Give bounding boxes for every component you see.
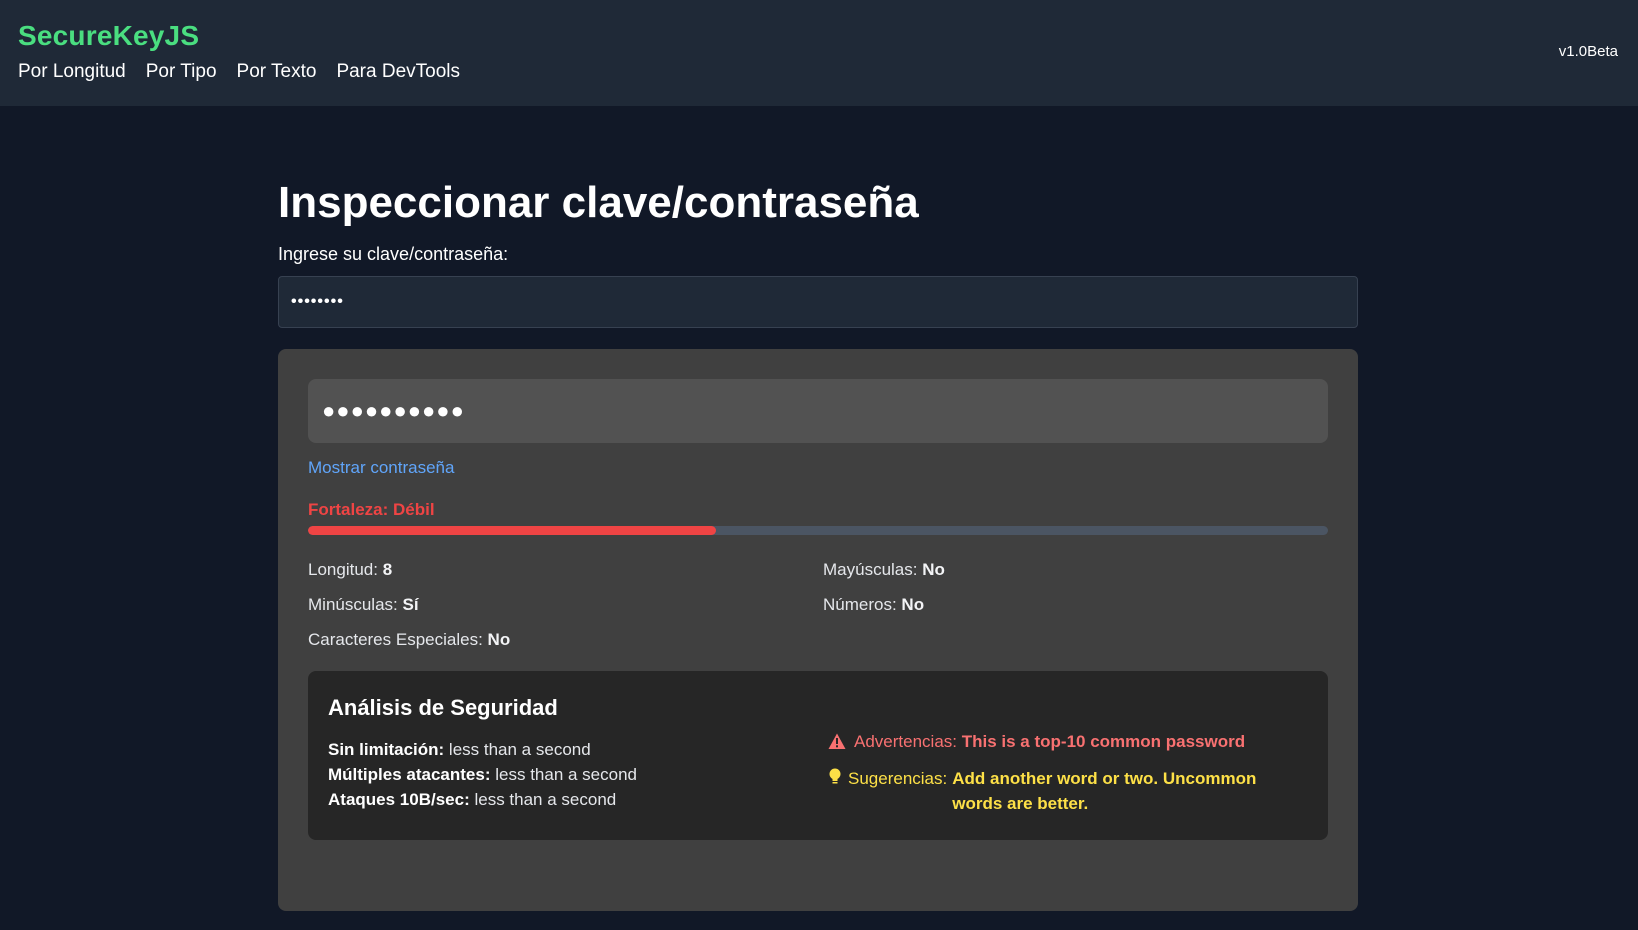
stat-label: Números: bbox=[823, 595, 897, 614]
crack-time-value: less than a second bbox=[448, 740, 591, 759]
strength-label: Fortaleza: Débil bbox=[308, 500, 435, 519]
stat-label: Caracteres Especiales: bbox=[308, 630, 483, 649]
crack-time-label: Ataques 10B/sec: bbox=[328, 790, 470, 809]
stat-value: No bbox=[487, 630, 511, 649]
password-input-label: Ingrese su clave/contraseña: bbox=[278, 244, 509, 264]
stat-value: 8 bbox=[382, 560, 393, 579]
show-password-link[interactable]: Mostrar contraseña bbox=[308, 457, 454, 479]
masked-password-display: ●●●●●●●●●● bbox=[308, 379, 1328, 443]
crack-time-10b-per-sec: Ataques 10B/sec: less than a second bbox=[328, 789, 616, 811]
brand-logo[interactable]: SecureKeyJS bbox=[18, 20, 199, 52]
main-content: Inspeccionar clave/contraseña Ingrese su… bbox=[278, 172, 1358, 328]
stat-label: Longitud: bbox=[308, 560, 378, 579]
main-nav: Por Longitud Por Tipo Por Texto Para Dev… bbox=[18, 60, 460, 84]
warning-label: Advertencias: bbox=[854, 732, 957, 751]
stat-value: Sí bbox=[402, 595, 419, 614]
suggestion-text: Add another word or two. Uncommon words … bbox=[952, 769, 1257, 813]
top-navbar: SecureKeyJS Por Longitud Por Tipo Por Te… bbox=[0, 0, 1638, 106]
crack-time-multiple-attackers: Múltiples atacantes: less than a second bbox=[328, 764, 637, 786]
warning-triangle-icon bbox=[828, 733, 846, 756]
nav-link-por-texto[interactable]: Por Texto bbox=[237, 60, 317, 84]
stat-label: Mayúsculas: bbox=[823, 560, 918, 579]
crack-time-unthrottled: Sin limitación: less than a second bbox=[328, 739, 591, 761]
strength-bar bbox=[308, 526, 1328, 535]
password-input[interactable]: •••••••• bbox=[278, 276, 1358, 328]
stat-lowercase: Minúsculas: Sí bbox=[308, 594, 419, 616]
warning-text: This is a top-10 common password bbox=[961, 732, 1246, 751]
version-label: v1.0Beta bbox=[1558, 43, 1618, 60]
crack-time-label: Múltiples atacantes: bbox=[328, 765, 491, 784]
lightbulb-icon bbox=[828, 768, 842, 793]
stat-value: No bbox=[901, 595, 925, 614]
crack-time-value: less than a second bbox=[474, 790, 617, 809]
security-analysis-panel: Análisis de Seguridad Sin limitación: le… bbox=[308, 671, 1328, 840]
crack-time-value: less than a second bbox=[495, 765, 637, 784]
stat-numbers: Números: No bbox=[823, 594, 924, 616]
stat-uppercase: Mayúsculas: No bbox=[823, 559, 945, 581]
analysis-title: Análisis de Seguridad bbox=[328, 695, 558, 720]
page-title: Inspeccionar clave/contraseña bbox=[278, 178, 919, 227]
warning-row: Advertencias: This is a top-10 common pa… bbox=[828, 731, 1245, 756]
nav-link-para-devtools[interactable]: Para DevTools bbox=[336, 60, 460, 84]
stat-length: Longitud: 8 bbox=[308, 559, 392, 581]
crack-time-label: Sin limitación: bbox=[328, 740, 445, 759]
stat-label: Minúsculas: bbox=[308, 595, 398, 614]
stat-value: No bbox=[922, 560, 945, 579]
result-card: ●●●●●●●●●● Mostrar contraseña Fortaleza:… bbox=[278, 349, 1358, 911]
nav-link-por-tipo[interactable]: Por Tipo bbox=[146, 60, 217, 84]
suggestion-row: Sugerencias: Add another word or two. Un… bbox=[828, 766, 1288, 816]
strength-bar-fill bbox=[308, 526, 716, 535]
stat-special-chars: Caracteres Especiales: No bbox=[308, 629, 510, 651]
suggestion-label: Sugerencias: bbox=[848, 769, 948, 788]
nav-link-por-longitud[interactable]: Por Longitud bbox=[18, 60, 126, 84]
